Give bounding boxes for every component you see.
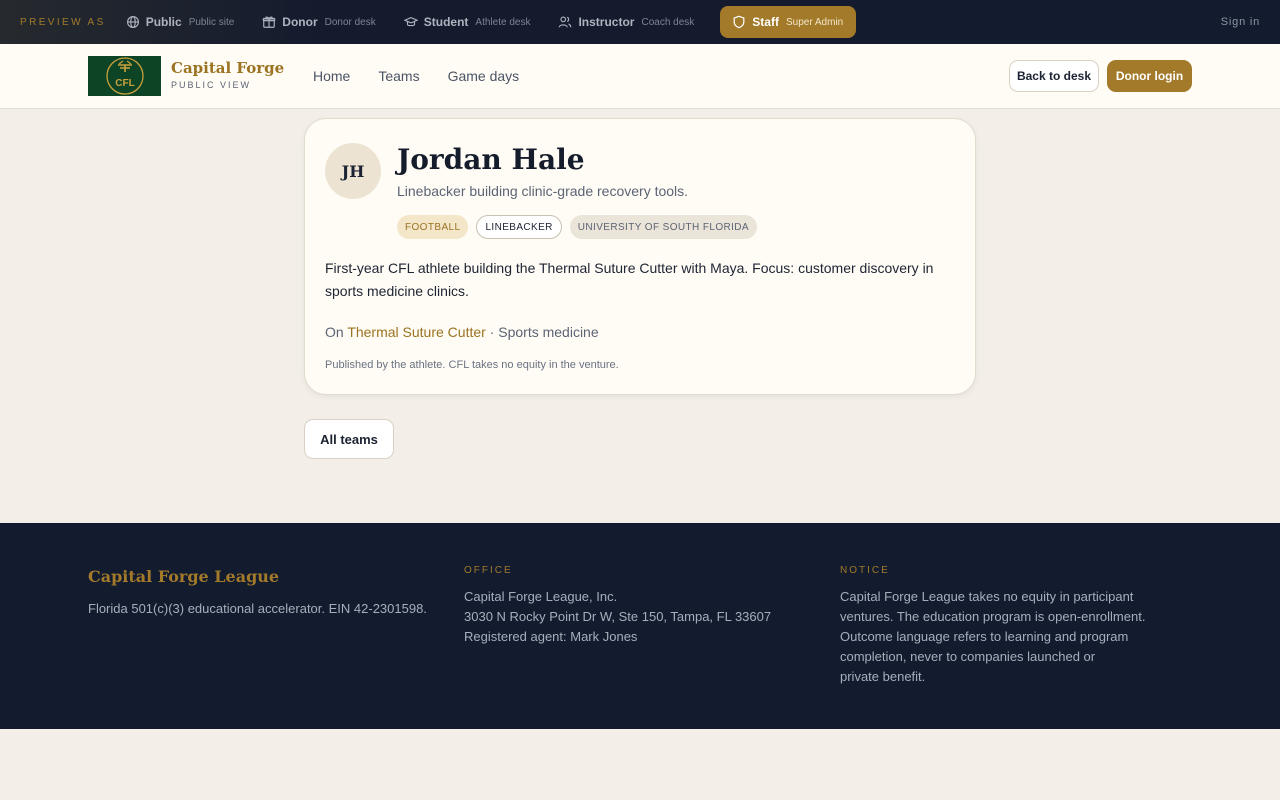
brand-logo[interactable]: CFL: [88, 56, 161, 96]
notice-heading: NOTICE: [840, 565, 890, 576]
role-desc: Athlete desk: [475, 16, 531, 28]
athlete-tagline: Linebacker building clinic-grade recover…: [397, 183, 689, 199]
gift-icon: [263, 16, 276, 28]
cfl-crest-icon: CFL: [105, 57, 144, 95]
school-badge: UNIVERSITY OF SOUTH FLORIDA: [569, 215, 757, 239]
role-name: Staff: [752, 15, 779, 29]
notice-line: completion, never to companies launched …: [840, 649, 1096, 664]
venture-prefix: On: [325, 324, 348, 340]
role-desc: Donor desk: [324, 16, 376, 28]
position-badge: LINEBACKER: [476, 215, 562, 239]
sport-badge: FOOTBALL: [397, 215, 469, 239]
office-line: Capital Forge League, Inc.: [464, 589, 618, 604]
logo-text: CFL: [115, 78, 134, 89]
venture-line: On Thermal Suture Cutter · Sports medici…: [325, 324, 599, 340]
athlete-tags: FOOTBALL LINEBACKER UNIVERSITY OF SOUTH …: [397, 215, 757, 239]
athlete-profile-card: JH Jordan Hale Linebacker building clini…: [304, 118, 976, 395]
role-name: Student: [423, 15, 469, 29]
venture-category: · Sports medicine: [485, 324, 599, 340]
footer-brand: Capital Forge League: [88, 567, 280, 586]
brand-subtitle: PUBLIC VIEW: [171, 80, 252, 90]
back-to-desk-button[interactable]: Back to desk: [1009, 60, 1099, 92]
site-footer: Capital Forge League Florida 501(c)(3) e…: [0, 523, 1280, 729]
brand-name[interactable]: Capital Forge: [171, 59, 284, 77]
notice-line: private benefit.: [840, 669, 926, 684]
role-desc: Public site: [188, 16, 235, 28]
office-line: Registered agent: Mark Jones: [464, 629, 638, 644]
equity-disclaimer: Published by the athlete. CFL takes no e…: [325, 359, 619, 371]
all-teams-button[interactable]: All teams: [304, 419, 394, 459]
nav-home[interactable]: Home: [313, 68, 350, 84]
preview-role-student[interactable]: Student Athlete desk: [403, 6, 543, 38]
notice-line: ventures. The education program is open-…: [840, 609, 1146, 624]
role-desc: Super Admin: [785, 16, 844, 28]
nav-teams[interactable]: Teams: [378, 68, 419, 84]
office-line: 3030 N Rocky Point Dr W, Ste 150, Tampa,…: [464, 609, 772, 624]
notice-line: Capital Forge League takes no equity in …: [840, 589, 1134, 604]
footer-legal: Florida 501(c)(3) educational accelerato…: [88, 601, 427, 616]
footer-notice: NOTICE Capital Forge League takes no equ…: [840, 565, 1180, 687]
role-name: Instructor: [578, 15, 635, 29]
globe-icon: [126, 16, 139, 28]
users-icon: [559, 16, 572, 28]
preview-label: PREVIEW AS: [20, 16, 106, 28]
notice-line: Outcome language refers to learning and …: [840, 629, 1129, 644]
preview-role-staff[interactable]: Staff Super Admin: [720, 6, 857, 38]
athlete-bio: First-year CFL athlete building the Ther…: [325, 260, 934, 299]
nav-game-days[interactable]: Game days: [448, 68, 520, 84]
graduation-cap-icon: [403, 17, 418, 27]
preview-bar: PREVIEW AS Public Public site Donor Dono…: [0, 0, 1280, 44]
shield-icon: [733, 15, 745, 29]
preview-role-public[interactable]: Public Public site: [126, 6, 247, 38]
donor-login-button[interactable]: Donor login: [1107, 60, 1192, 92]
footer-office: OFFICE Capital Forge League, Inc. 3030 N…: [464, 565, 804, 647]
main-nav: Home Teams Game days: [313, 44, 519, 108]
role-desc: Coach desk: [641, 16, 695, 28]
site-header: CFL Capital Forge PUBLIC VIEW Home Teams…: [0, 44, 1280, 109]
athlete-name: Jordan Hale: [397, 143, 585, 176]
preview-role-instructor[interactable]: Instructor Coach desk: [558, 6, 706, 38]
role-name: Public: [145, 15, 182, 29]
office-heading: OFFICE: [464, 565, 513, 576]
preview-role-donor[interactable]: Donor Donor desk: [262, 6, 387, 38]
avatar: JH: [325, 143, 381, 199]
venture-link[interactable]: Thermal Suture Cutter: [347, 324, 486, 340]
role-name: Donor: [282, 15, 318, 29]
sign-in-link[interactable]: Sign in: [1221, 16, 1260, 28]
